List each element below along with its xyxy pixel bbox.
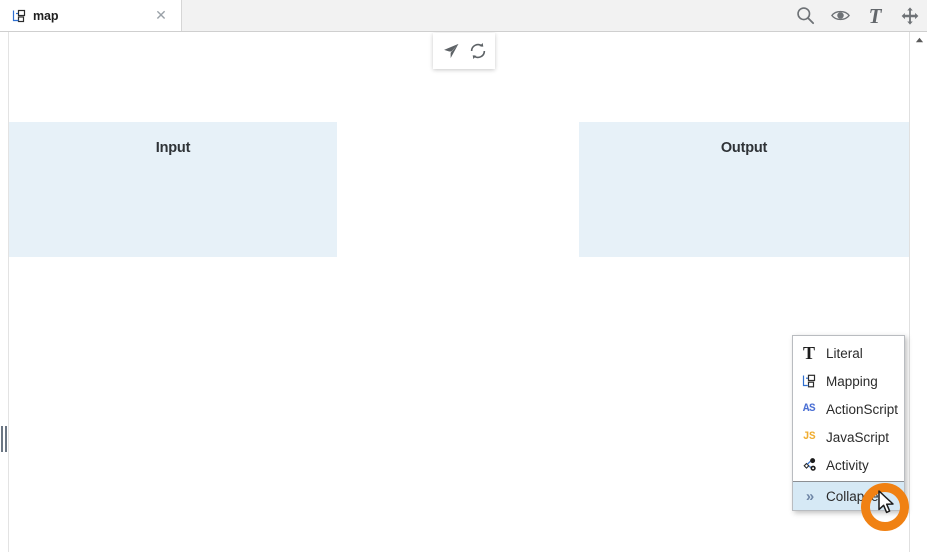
actionscript-icon: AS bbox=[802, 403, 816, 415]
activity-icon bbox=[799, 455, 819, 475]
text-icon-glyph: T bbox=[868, 3, 882, 28]
mapping-icon bbox=[12, 9, 26, 22]
scroll-up-arrow[interactable] bbox=[913, 35, 925, 45]
vertical-scrollbar[interactable] bbox=[909, 32, 927, 552]
menu-item-activity[interactable]: Activity bbox=[793, 451, 904, 479]
close-icon[interactable]: ✕ bbox=[154, 8, 168, 22]
menu-item-literal-label: Literal bbox=[826, 345, 863, 361]
tab-map[interactable]: map ✕ bbox=[0, 0, 182, 31]
menu-item-javascript[interactable]: JS JavaScript bbox=[793, 423, 904, 451]
move-icon[interactable] bbox=[899, 5, 921, 27]
output-region-title: Output bbox=[720, 140, 768, 156]
menu-item-javascript-label: JavaScript bbox=[826, 429, 890, 445]
window-tab-bar: map ✕ T bbox=[0, 0, 927, 32]
menu-item-mapping[interactable]: Mapping bbox=[793, 367, 904, 395]
text-icon[interactable]: T bbox=[864, 5, 886, 27]
collapse-icon: » bbox=[805, 487, 814, 505]
tab-label: map bbox=[33, 8, 59, 23]
send-icon[interactable] bbox=[440, 40, 462, 62]
input-region-title: Input bbox=[155, 140, 191, 156]
toolbar-icon-group: T bbox=[794, 0, 921, 31]
eye-icon[interactable] bbox=[829, 5, 851, 27]
canvas-left-gutter bbox=[0, 32, 9, 552]
floating-action-toolbar bbox=[433, 33, 495, 69]
output-region[interactable]: Output bbox=[579, 122, 909, 257]
menu-item-actionscript-label: ActionScript bbox=[826, 401, 899, 417]
refresh-icon[interactable] bbox=[467, 40, 489, 62]
javascript-icon: JS bbox=[802, 431, 816, 443]
click-indicator bbox=[861, 483, 909, 531]
diagram-canvas[interactable]: Input Output bbox=[0, 32, 909, 552]
menu-item-literal[interactable]: T Literal bbox=[793, 339, 904, 367]
menu-item-activity-label: Activity bbox=[826, 457, 869, 473]
literal-icon: T bbox=[802, 343, 815, 363]
input-region[interactable]: Input bbox=[9, 122, 337, 257]
menu-item-mapping-label: Mapping bbox=[826, 373, 878, 389]
search-icon[interactable] bbox=[794, 5, 816, 27]
mapping-icon bbox=[799, 371, 819, 391]
menu-item-actionscript[interactable]: AS ActionScript bbox=[793, 395, 904, 423]
left-splitter[interactable] bbox=[1, 426, 8, 452]
